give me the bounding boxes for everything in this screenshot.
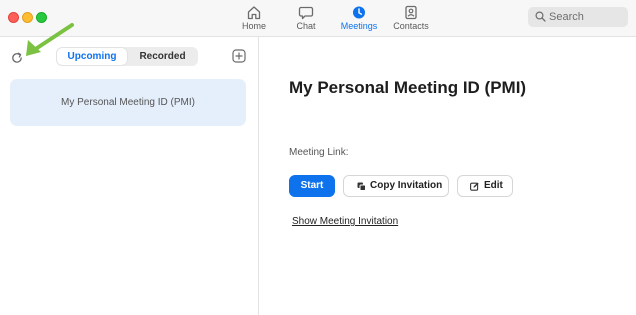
plus-square-icon[interactable]: [232, 49, 246, 63]
chat-icon: [298, 6, 314, 20]
tab-meetings-label: Meetings: [340, 21, 378, 31]
home-icon: [247, 6, 261, 20]
clock-icon: [353, 6, 365, 19]
tab-chat[interactable]: Chat: [278, 4, 334, 34]
meeting-list-item-title: My Personal Meeting ID (PMI): [61, 97, 195, 108]
annotation-arrow: [26, 23, 74, 56]
search-icon: [535, 11, 546, 22]
meetings-sidebar: Upcoming Recorded My Personal Meeting ID…: [0, 37, 259, 315]
edit-button[interactable]: Edit: [457, 175, 513, 197]
contacts-icon: [405, 5, 417, 20]
tab-chat-label: Chat: [296, 21, 316, 31]
meeting-link-label: Meeting Link:: [289, 147, 349, 158]
meeting-list-item[interactable]: My Personal Meeting ID (PMI): [10, 79, 246, 126]
search-box[interactable]: Search: [528, 7, 628, 27]
edit-label: Edit: [484, 180, 503, 191]
tab-home[interactable]: Home: [226, 4, 282, 34]
tab-home-label: Home: [241, 21, 266, 31]
recorded-tab[interactable]: Recorded: [128, 48, 197, 65]
copy-invitation-button[interactable]: Copy Invitation: [343, 175, 449, 197]
copy-invitation-label: Copy Invitation: [370, 180, 443, 191]
show-meeting-invitation-link[interactable]: Show Meeting Invitation: [292, 216, 398, 227]
search-placeholder: Search: [549, 11, 584, 23]
title-bar: Home Chat Meetings Contacts Search: [0, 0, 636, 37]
copy-icon: [357, 182, 366, 191]
page-title: My Personal Meeting ID (PMI): [289, 78, 527, 97]
tab-meetings[interactable]: Meetings: [331, 4, 387, 34]
tab-contacts[interactable]: Contacts: [383, 4, 439, 34]
edit-icon: [470, 182, 479, 191]
start-button[interactable]: Start: [289, 175, 335, 197]
window-close-button[interactable]: [8, 12, 19, 23]
tab-contacts-label: Contacts: [393, 21, 429, 31]
